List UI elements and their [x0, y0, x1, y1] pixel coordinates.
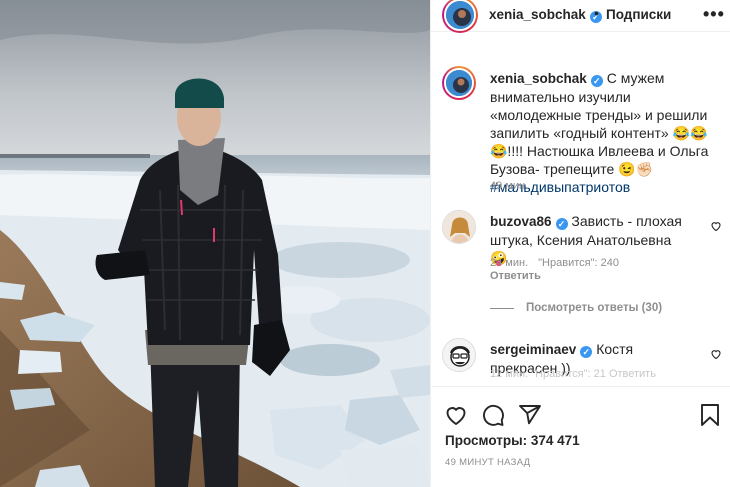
- bookmark-icon: [701, 404, 719, 426]
- view-replies-label[interactable]: Посмотреть ответы (30): [526, 302, 662, 314]
- commenter-username-text[interactable]: buzova86: [490, 214, 552, 229]
- post-actions: Просмотры: 374 471 49 МИНУТ НАЗАД: [431, 386, 730, 487]
- avatar-image: [443, 211, 475, 243]
- commenter-username-text[interactable]: sergeiminaev: [490, 342, 576, 357]
- like-button[interactable]: [444, 403, 468, 427]
- caption-author-avatar[interactable]: [442, 66, 476, 100]
- comment-like-heart-icon[interactable]: [710, 220, 722, 235]
- caption-author-username-text[interactable]: xenia_sobchak: [490, 71, 587, 86]
- post-date: 49 МИНУТ НАЗАД: [445, 457, 531, 468]
- post-header: xenia_sobchak ✓ • Подписки •••: [431, 0, 730, 33]
- commenter-avatar[interactable]: [442, 210, 476, 244]
- avatar-image: [446, 70, 472, 96]
- share-icon: [519, 405, 541, 425]
- post-video[interactable]: [0, 0, 430, 487]
- commenter-avatar[interactable]: [442, 338, 476, 372]
- post-video-frame: [0, 0, 430, 487]
- comment-like-heart-icon[interactable]: [710, 348, 722, 363]
- view-replies-button[interactable]: Посмотреть ответы (30): [490, 302, 662, 314]
- view-count[interactable]: Просмотры: 374 471: [445, 433, 580, 448]
- save-button[interactable]: [698, 403, 722, 427]
- commenter-username[interactable]: sergeiminaev ✓: [490, 342, 593, 358]
- share-button[interactable]: [518, 403, 542, 427]
- commenter-username[interactable]: buzova86 ✓: [490, 214, 568, 230]
- heart-icon: [711, 222, 721, 232]
- caption-timestamp: 49 мин.: [490, 180, 529, 192]
- author-avatar[interactable]: [442, 0, 478, 33]
- view-replies-divider: [490, 307, 514, 309]
- caption-text: xenia_sobchak ✓ С мужем внимательно изучи…: [490, 69, 722, 196]
- comment-button[interactable]: [481, 403, 505, 427]
- post-side-panel: xenia_sobchak ✓ • Подписки ••• xenia_sobc…: [430, 0, 730, 487]
- following-button[interactable]: Подписки: [606, 7, 671, 22]
- comment-meta-cutoff: 12 мин. "Нравится": 21 Ответить: [490, 368, 656, 380]
- more-options-icon[interactable]: •••: [703, 4, 725, 25]
- avatar-image: [446, 1, 474, 29]
- separator-dot: •: [594, 5, 599, 21]
- comment-meta: 24 мин. "Нравится": 240 Ответить: [490, 257, 710, 283]
- verified-icon: ✓: [580, 346, 593, 358]
- author-username-text[interactable]: xenia_sobchak: [489, 7, 586, 22]
- heart-icon: [446, 407, 466, 426]
- caption-author-username[interactable]: xenia_sobchak ✓: [490, 71, 603, 87]
- verified-icon: ✓: [590, 75, 603, 87]
- reply-button[interactable]: Ответить: [490, 270, 541, 282]
- author-username[interactable]: xenia_sobchak ✓: [489, 7, 602, 23]
- comment-timestamp: 24 мин.: [490, 257, 529, 269]
- heart-icon: [711, 350, 721, 360]
- verified-icon: ✓: [555, 218, 568, 230]
- comment-icon: [483, 404, 504, 426]
- comment-like-count[interactable]: "Нравится": 240: [538, 257, 619, 269]
